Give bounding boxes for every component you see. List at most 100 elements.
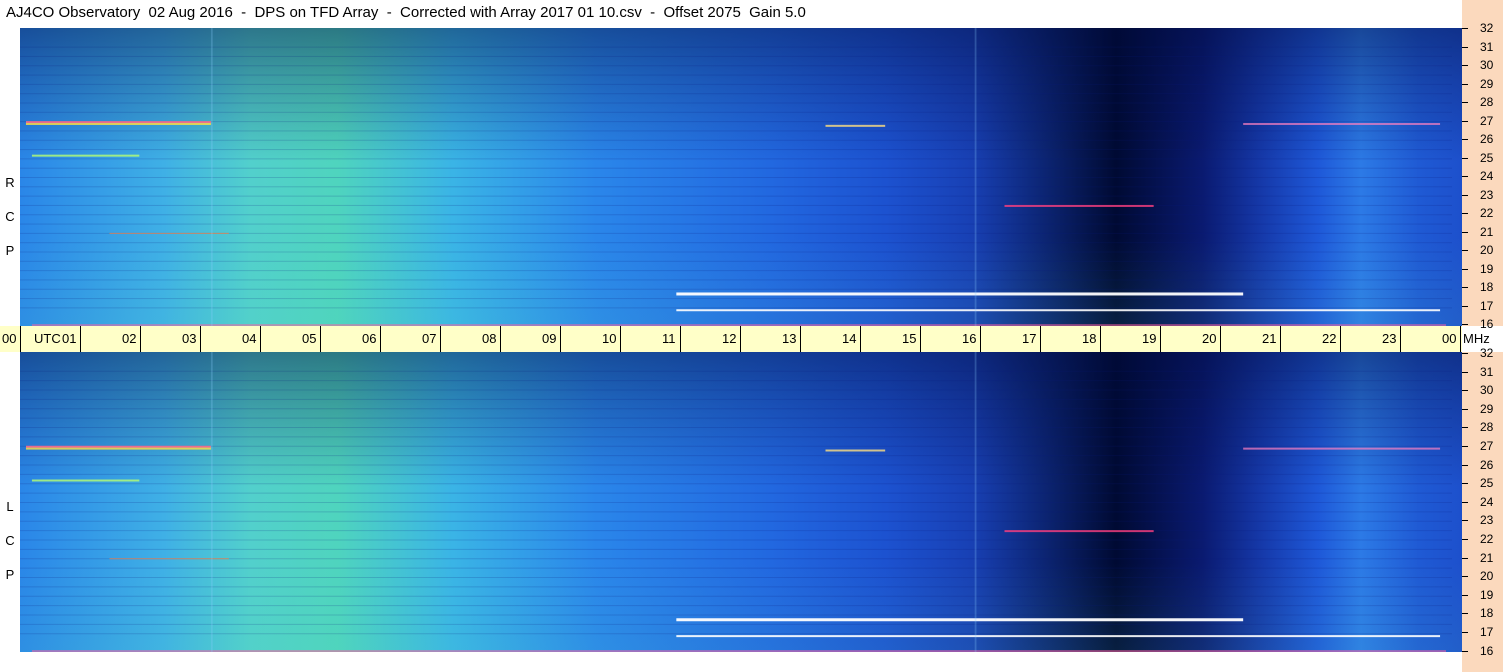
mhz-label-16: 16 [1480,317,1494,331]
lcp-band [20,483,1452,485]
rcp-streak [1004,204,1154,207]
time-tick [980,326,981,352]
lcp-features [20,352,1452,652]
time-tick [380,326,381,352]
mhz-label-19: 19 [1480,261,1494,276]
mhz-tick [1462,102,1468,103]
lcp-band [20,558,1452,560]
mhz-label-31: 31 [1480,39,1494,54]
time-tick [80,326,81,352]
mhz-unit-label: MHz [1463,331,1490,346]
mhz-label-20: 20 [1480,569,1494,584]
time-label-2: 01 [62,331,77,346]
lcp-band [20,520,1452,522]
rcp-streak [676,309,1441,312]
time-tick [560,326,561,352]
lcp-vline [210,352,213,652]
rcp-streak [676,292,1244,296]
rcp-band [20,83,1452,85]
mhz-label-20: 20 [1480,243,1494,257]
lcp-band [20,398,1452,400]
time-tick [320,326,321,352]
mhz-tick [1462,390,1468,392]
time-label-18: 17 [1022,331,1037,346]
lcp-band [20,389,1452,391]
time-tick [860,326,861,352]
lcp-band [20,473,1452,475]
lcp-band [20,586,1452,588]
time-tick [680,326,681,352]
lcp-band [20,502,1452,503]
mhz-label-21: 21 [1480,550,1494,565]
mhz-tick [1462,427,1468,429]
mhz-tick [1462,464,1468,466]
time-label-25: 00 [1442,331,1457,346]
time-tick [200,326,201,352]
rcp-band [20,177,1452,178]
mhz-label-22: 22 [1480,532,1494,546]
lcp-streak [31,479,140,482]
rcp-spectrogram [20,28,1462,326]
rcp-band [20,195,1452,197]
mhz-label-25: 25 [1480,150,1494,165]
mhz-tick [1462,268,1468,270]
mhz-tick [1462,632,1468,633]
lcp-band [20,427,1452,428]
lcp-streak [1243,447,1441,450]
mhz-label-19: 19 [1480,587,1494,602]
time-tick [740,326,741,352]
mhz-tick [1462,157,1468,159]
mhz-tick [1462,324,1468,325]
rcp-streak [25,121,211,124]
time-tick [800,326,801,352]
time-label-22: 21 [1262,331,1277,346]
time-tick [1040,326,1041,352]
rcp-band [20,111,1452,113]
mhz-label-30: 30 [1480,58,1494,72]
lcp-streak [25,445,211,448]
lcp-streak [1004,530,1154,533]
mhz-label-23: 23 [1480,513,1494,528]
rcp-band [20,121,1452,123]
mhz-label-25: 25 [1480,476,1494,491]
rcp-features [20,28,1452,326]
lcp-band [20,380,1452,382]
rcp-band [20,65,1452,67]
rcp-band [20,279,1452,281]
mhz-tick [1462,408,1468,410]
mhz-label-32: 32 [1480,21,1494,35]
mhz-axis-top: 32 31 30 29 28 27 26 25 24 23 22 21 20 19 18 17 16 [1462,0,1503,331]
rcp-band [20,149,1452,151]
mhz-label-27: 27 [1480,439,1494,453]
rcp-band [20,55,1452,57]
chart-title: AJ4CO Observatory 02 Aug 2016 - DPS on T… [6,4,806,21]
mhz-tick [1462,613,1468,615]
rcp-band [20,93,1452,95]
mhz-tick [1462,120,1468,122]
time-label-19: 18 [1082,331,1097,346]
mhz-tick [1462,557,1468,559]
mhz-tick [1462,46,1468,48]
mhz-tick [1462,539,1468,540]
time-tick [1340,326,1341,352]
lcp-streak [825,449,886,452]
lcp-band [20,548,1452,550]
rcp-band [20,102,1452,104]
mhz-tick [1462,28,1468,29]
rcp-band [20,214,1452,216]
mhz-label-30: 30 [1480,383,1494,398]
time-label-24: 23 [1382,331,1397,346]
time-axis: 00 UTC 01 02 03 04 05 06 07 08 09 10 11 12 13 14 15 16 17 1… [0,326,1490,352]
lcp-band [20,436,1452,438]
mhz-tick [1462,371,1468,373]
rcp-band [20,270,1452,272]
rcp-band [20,186,1452,188]
mhz-axis-bottom: 32 31 30 29 28 27 26 25 24 23 22 21 20 19 18 17 16 [1462,347,1503,672]
mhz-tick [1462,520,1468,522]
mhz-tick [1462,594,1468,596]
mhz-tick [1462,650,1468,652]
rcp-band [20,251,1452,253]
time-label-10: 09 [542,331,557,346]
lcp-band [20,623,1452,625]
time-tick [1100,326,1101,352]
